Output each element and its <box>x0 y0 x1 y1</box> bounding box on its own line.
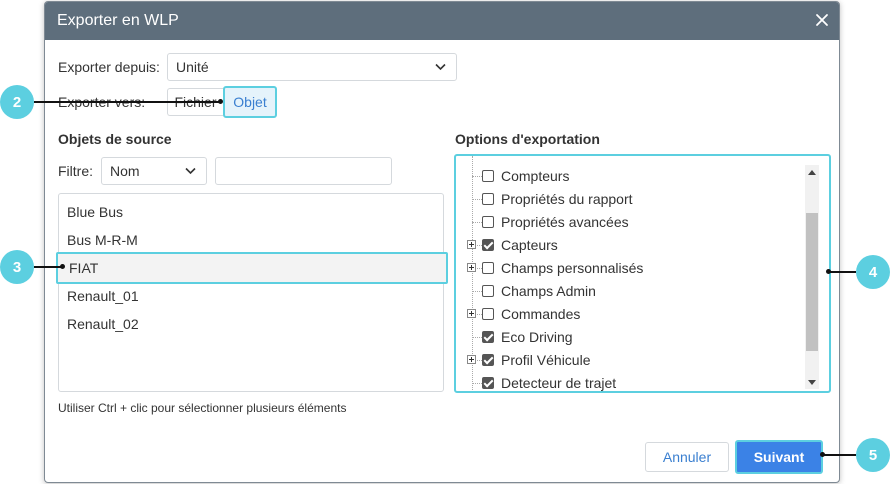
scroll-thumb[interactable] <box>806 213 818 351</box>
tree-item[interactable]: Propriétés avancées <box>456 211 796 234</box>
tree-item[interactable]: Detecteur de trajet <box>456 372 796 391</box>
checkbox[interactable] <box>482 216 494 228</box>
scroll-down-arrow-icon[interactable] <box>805 375 819 389</box>
export-from-label: Exporter depuis: <box>58 59 160 75</box>
callout-4-dot <box>826 269 831 274</box>
callout-5-dot <box>820 452 825 457</box>
chevron-down-icon <box>185 167 196 175</box>
checkbox[interactable] <box>482 308 494 320</box>
export-options-heading: Options d'exportation <box>455 131 600 147</box>
list-item-label: Blue Bus <box>67 204 124 220</box>
checkbox[interactable] <box>482 354 494 366</box>
callout-4: 4 <box>856 255 890 289</box>
checkbox[interactable] <box>482 262 494 274</box>
tree-item-label: Compteurs <box>501 168 570 184</box>
export-options-tree: Compteurs Propriétés du rapport Propriétés… <box>454 154 831 393</box>
chevron-down-icon <box>435 63 446 71</box>
checkbox[interactable] <box>482 239 494 251</box>
list-item-label: FIAT <box>69 260 99 276</box>
dialog-title: Exporter en WLP <box>57 12 179 29</box>
tree-item[interactable]: Compteurs <box>456 165 796 188</box>
callout-3-leader <box>34 266 62 268</box>
dialog-titlebar: Exporter en WLP <box>45 2 839 40</box>
list-item-label: Bus M-R-M <box>67 232 138 248</box>
export-to-object-option[interactable]: Objet <box>223 86 277 118</box>
callout-4-leader <box>828 271 856 273</box>
list-item[interactable]: Renault_01 <box>59 282 443 310</box>
tree-item-label: Champs Admin <box>501 283 596 299</box>
cancel-button[interactable]: Annuler <box>645 442 729 472</box>
tree-item-label: Champs personnalisés <box>501 260 644 276</box>
list-item-label: Renault_02 <box>67 316 139 332</box>
tree-item-label: Capteurs <box>501 237 558 253</box>
callout-2-leader <box>34 101 220 103</box>
tree-item[interactable]: Eco Driving <box>456 326 796 349</box>
checkbox[interactable] <box>482 377 494 389</box>
checkbox[interactable] <box>482 285 494 297</box>
close-icon[interactable] <box>815 13 829 27</box>
tree-item[interactable]: Propriétés du rapport <box>456 188 796 211</box>
callout-5: 5 <box>856 438 890 472</box>
next-button-label: Suivant <box>753 449 805 465</box>
checkbox[interactable] <box>482 331 494 343</box>
source-objects-list: Blue Bus Bus M-R-M FIAT Renault_01 Renau… <box>56 193 448 392</box>
export-from-value: Unité <box>176 59 209 75</box>
options-scrollbar[interactable] <box>805 165 819 389</box>
scroll-up-arrow-icon[interactable] <box>805 165 819 179</box>
callout-2-dot <box>218 99 223 104</box>
tree-item[interactable]: Capteurs <box>456 234 796 257</box>
export-wlp-dialog: Exporter en WLP Exporter depuis: Unité E… <box>44 1 840 483</box>
tree-item[interactable]: Commandes <box>456 303 796 326</box>
list-item[interactable]: Blue Bus <box>59 198 443 226</box>
list-item-selected[interactable]: FIAT <box>56 252 448 284</box>
list-item[interactable]: Bus M-R-M <box>59 226 443 254</box>
tree-item-label: Propriétés du rapport <box>501 191 633 207</box>
multi-select-hint: Utiliser Ctrl + clic pour sélectionner p… <box>58 401 347 415</box>
callout-5-leader <box>822 454 856 456</box>
checkbox[interactable] <box>482 193 494 205</box>
callout-2: 2 <box>0 85 34 119</box>
tree-item[interactable]: Profil Véhicule <box>456 349 796 372</box>
filter-label: Filtre: <box>58 163 93 179</box>
list-item[interactable]: Renault_02 <box>59 310 443 338</box>
expand-plus-icon[interactable] <box>467 355 476 364</box>
filter-type-value: Nom <box>110 163 140 179</box>
tree-item-label: Propriétés avancées <box>501 214 629 230</box>
tree-item-label: Detecteur de trajet <box>501 375 617 391</box>
checkbox[interactable] <box>482 170 494 182</box>
expand-plus-icon[interactable] <box>467 240 476 249</box>
tree-item-label: Profil Véhicule <box>501 352 591 368</box>
export-to-object-label: Objet <box>233 94 267 110</box>
source-objects-heading: Objets de source <box>58 131 172 147</box>
export-from-select[interactable]: Unité <box>167 53 457 81</box>
tree-item[interactable]: Champs Admin <box>456 280 796 303</box>
callout-3: 3 <box>0 250 34 284</box>
next-button[interactable]: Suivant <box>735 440 823 474</box>
tree-item-label: Commandes <box>501 306 581 322</box>
filter-type-select[interactable]: Nom <box>101 157 207 185</box>
filter-input[interactable] <box>215 157 392 185</box>
cancel-button-label: Annuler <box>662 449 712 465</box>
list-item-label: Renault_01 <box>67 288 139 304</box>
expand-plus-icon[interactable] <box>467 309 476 318</box>
expand-plus-icon[interactable] <box>467 263 476 272</box>
callout-3-dot <box>60 264 65 269</box>
tree-item-label: Eco Driving <box>501 329 573 345</box>
tree-item[interactable]: Champs personnalisés <box>456 257 796 280</box>
